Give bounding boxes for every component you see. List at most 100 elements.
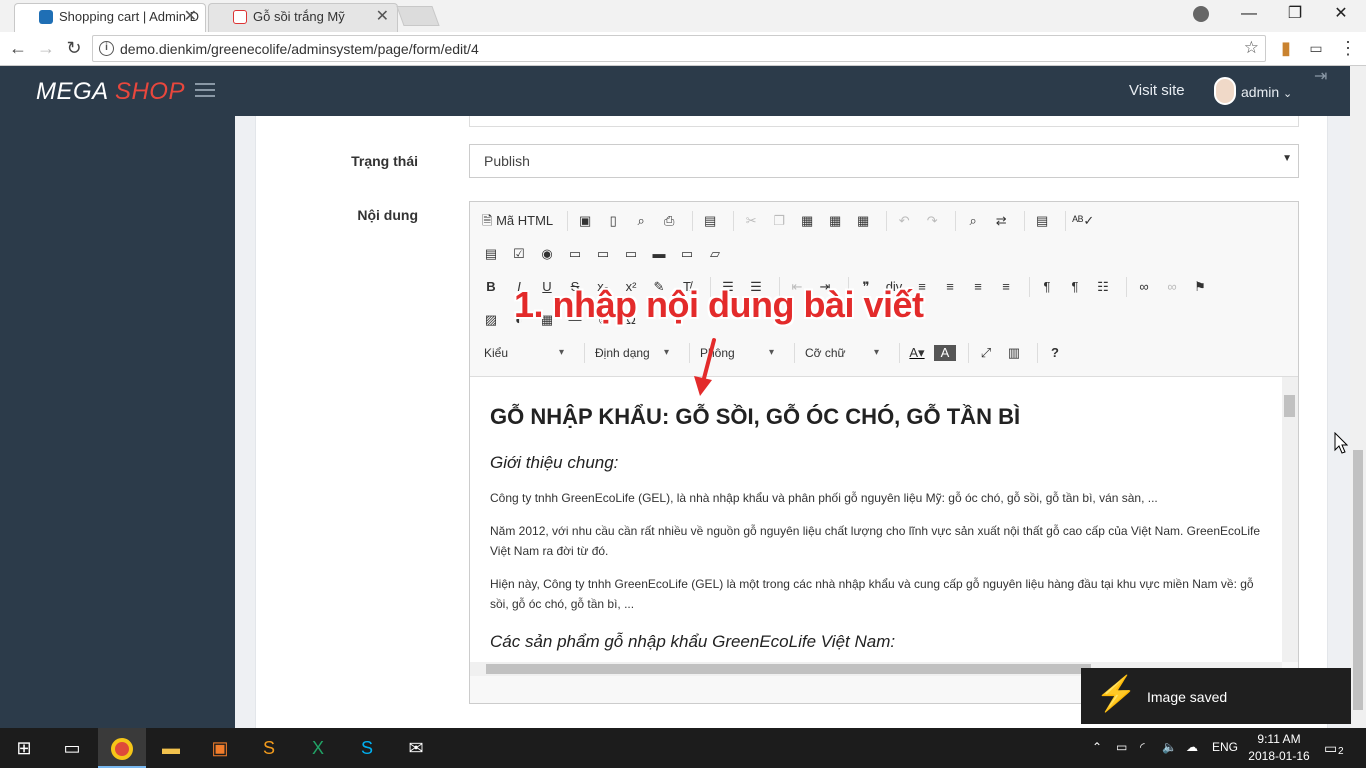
maximize-button[interactable]: ❐: [1272, 0, 1318, 30]
templates-icon[interactable]: ▤: [699, 210, 721, 232]
paragraph-2: Năm 2012, với nhu cầu cần rất nhiều về n…: [490, 524, 1261, 558]
page-scrollbar[interactable]: [1350, 66, 1366, 728]
replace-icon[interactable]: ⇄: [990, 210, 1012, 232]
find-icon[interactable]: ⌕: [962, 210, 984, 232]
ltr-icon[interactable]: ¶: [1036, 276, 1058, 298]
copy-icon[interactable]: ❐: [768, 210, 790, 232]
select-field-icon[interactable]: ▭: [620, 243, 642, 265]
bookmark-star-icon[interactable]: ☆: [1244, 38, 1259, 58]
visit-site-link[interactable]: Visit site: [1129, 82, 1185, 99]
notification-toast[interactable]: ⚡ Image saved: [1081, 668, 1351, 724]
back-arrow-icon[interactable]: ←: [6, 36, 30, 60]
tab-shopping-cart[interactable]: Shopping cart | Admin D ✕: [14, 3, 206, 32]
excel-icon[interactable]: X: [294, 728, 342, 768]
new-page-icon[interactable]: ▯: [602, 210, 624, 232]
image-icon[interactable]: ▨: [480, 309, 502, 331]
toolbar-separator: [1029, 277, 1030, 297]
rich-text-editor: 🗎 Mã HTML ▣ ▯ ⌕ ⎙ ▤ ✂ ❐ ▦ ▦ ▦ ↶ ↷ ⌕ ⇄ ▤ …: [469, 201, 1299, 704]
help-icon[interactable]: ?: [1044, 342, 1066, 364]
redo-icon[interactable]: ↷: [921, 210, 943, 232]
status-select[interactable]: Publish ▼: [469, 144, 1299, 178]
language-icon[interactable]: ☷: [1092, 276, 1114, 298]
paste-text-icon[interactable]: ▦: [824, 210, 846, 232]
xampp-icon[interactable]: ▣: [196, 728, 244, 768]
bg-color-icon[interactable]: A: [934, 345, 956, 361]
logout-icon[interactable]: ⇥: [1314, 66, 1327, 86]
link-icon[interactable]: ∞: [1133, 276, 1155, 298]
forward-arrow-icon[interactable]: →: [34, 36, 58, 60]
new-tab-button[interactable]: [396, 6, 440, 26]
annotation-arrow-icon: [694, 338, 716, 396]
previous-field-input[interactable]: [469, 116, 1299, 127]
button-field-icon[interactable]: ▬: [648, 243, 670, 265]
info-icon[interactable]: i: [99, 41, 114, 56]
avatar[interactable]: [1214, 77, 1236, 105]
paste-word-icon[interactable]: ▦: [852, 210, 874, 232]
spellcheck-icon[interactable]: ᴬᴮ✓: [1072, 210, 1094, 232]
windows-start-icon[interactable]: ⊞: [0, 728, 48, 768]
notifications-icon[interactable]: ▭: [1324, 740, 1337, 757]
checkbox-icon[interactable]: ☑: [508, 243, 530, 265]
show-blocks-icon[interactable]: ▥: [1003, 342, 1025, 364]
task-view-icon[interactable]: ▭: [48, 728, 96, 768]
textfield-icon[interactable]: ▭: [564, 243, 586, 265]
justify-icon[interactable]: ≡: [995, 276, 1017, 298]
print-icon[interactable]: ⎙: [658, 210, 680, 232]
format-combo[interactable]: Định dạng: [591, 342, 669, 364]
size-combo[interactable]: Cỡ chữ: [801, 342, 879, 364]
anchor-flag-icon[interactable]: ⚑: [1189, 276, 1211, 298]
tray-expand-icon[interactable]: ⌃: [1092, 740, 1102, 754]
file-explorer-icon[interactable]: ▬: [147, 728, 195, 768]
style-combo[interactable]: Kiểu: [480, 342, 564, 364]
textarea-icon[interactable]: ▭: [592, 243, 614, 265]
scroll-thumb[interactable]: [486, 664, 1091, 674]
image-button-icon[interactable]: ▭: [676, 243, 698, 265]
close-window-button[interactable]: ✕: [1318, 0, 1364, 30]
extension-icon[interactable]: ▮: [1274, 36, 1298, 60]
scroll-thumb[interactable]: [1284, 395, 1295, 417]
unlink-icon[interactable]: ∞: [1161, 276, 1183, 298]
sublime-icon[interactable]: S: [245, 728, 293, 768]
source-button[interactable]: 🗎 Mã HTML: [480, 210, 555, 232]
save-icon[interactable]: ▣: [574, 210, 596, 232]
close-tab-icon[interactable]: ✕: [376, 4, 389, 29]
tab-go-soi[interactable]: Gỗ sồi trắng Mỹ ✕: [208, 3, 398, 32]
scroll-thumb[interactable]: [1353, 450, 1363, 710]
chrome-icon[interactable]: [98, 728, 146, 768]
preview-icon[interactable]: ⌕: [630, 210, 652, 232]
volume-icon[interactable]: 🔈: [1162, 740, 1177, 754]
hidden-field-icon[interactable]: ▱: [704, 243, 726, 265]
profile-icon[interactable]: [1193, 6, 1209, 22]
editor-content-area[interactable]: GỖ NHẬP KHẨU: GỖ SỒI, GỖ ÓC CHÓ, GỖ TẦN …: [470, 376, 1298, 662]
menu-toggle-icon[interactable]: [195, 83, 215, 97]
maximize-icon[interactable]: ⤢: [975, 342, 997, 364]
tab-title: Gỗ sồi trắng Mỹ: [253, 9, 345, 24]
rtl-icon[interactable]: ¶: [1064, 276, 1086, 298]
text-color-icon[interactable]: A▾: [906, 342, 928, 364]
bold-icon[interactable]: B: [480, 276, 502, 298]
select-all-icon[interactable]: ▤: [1031, 210, 1053, 232]
brand-logo[interactable]: MEGA SHOP: [36, 78, 185, 106]
reload-icon[interactable]: ↻: [62, 36, 86, 60]
align-right-icon[interactable]: ≡: [967, 276, 989, 298]
cast-icon[interactable]: ▭: [1304, 36, 1328, 60]
align-center-icon[interactable]: ≡: [939, 276, 961, 298]
wifi-icon[interactable]: ◜: [1140, 740, 1145, 754]
close-tab-icon[interactable]: ✕: [184, 4, 197, 29]
skype-icon[interactable]: S: [343, 728, 391, 768]
url-bar[interactable]: i demo.dienkim/greenecolife/adminsystem/…: [92, 35, 1266, 62]
minimize-button[interactable]: —: [1226, 0, 1272, 30]
battery-icon[interactable]: ▭: [1116, 740, 1127, 754]
paste-icon[interactable]: ▦: [796, 210, 818, 232]
cloud-icon[interactable]: ☁: [1186, 740, 1198, 754]
clock[interactable]: 9:11 AM 2018-01-16: [1248, 731, 1310, 765]
radio-icon[interactable]: ◉: [536, 243, 558, 265]
language-indicator[interactable]: ENG: [1212, 740, 1238, 754]
editor-vertical-scrollbar[interactable]: [1282, 377, 1298, 662]
undo-icon[interactable]: ↶: [893, 210, 915, 232]
mail-icon[interactable]: ✉: [392, 728, 440, 768]
cut-icon[interactable]: ✂: [740, 210, 762, 232]
chrome-menu-icon[interactable]: ⋮: [1336, 36, 1360, 60]
user-menu[interactable]: admin ⌄: [1241, 84, 1292, 100]
form-icon[interactable]: ▤: [480, 243, 502, 265]
